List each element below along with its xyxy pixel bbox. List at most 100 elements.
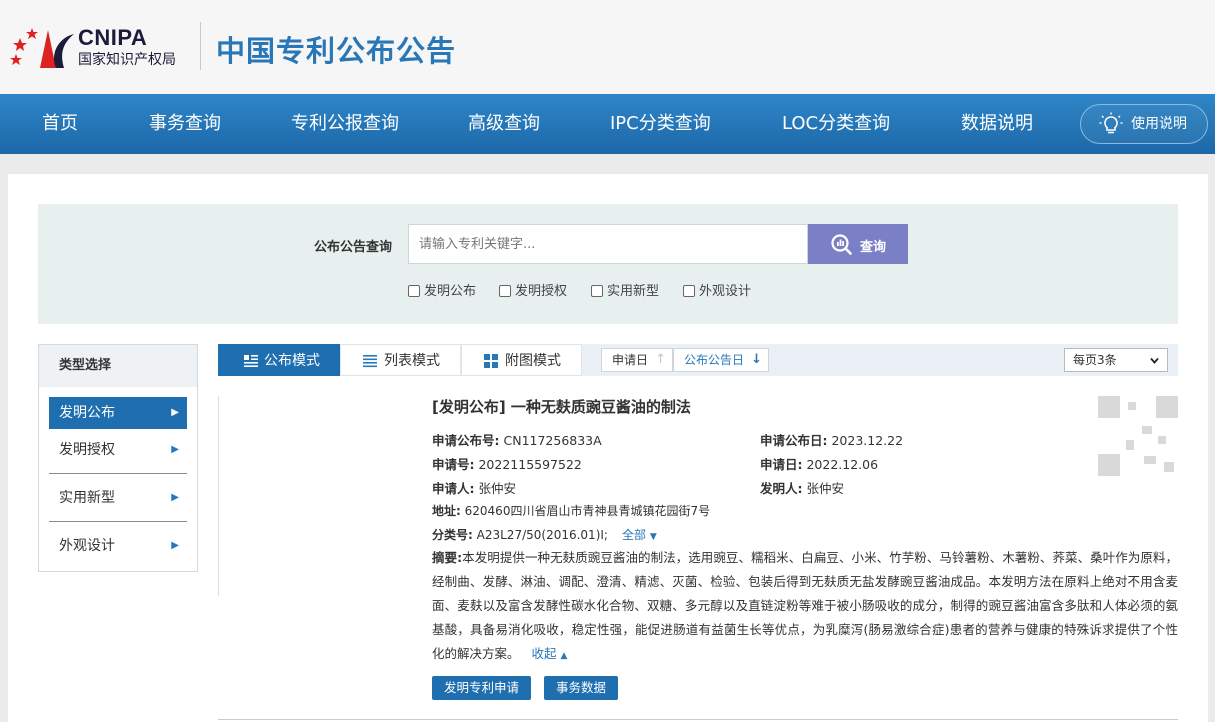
- checkbox-utility-model[interactable]: 实用新型: [591, 280, 659, 299]
- search-area: 公布公告查询 查询 发明公布 发明授权 实用新型 外观设计: [38, 204, 1178, 324]
- caret-down-icon: ▼: [649, 532, 657, 542]
- app-date-label: 申请日:: [760, 457, 803, 472]
- checkbox-label: 实用新型: [607, 284, 660, 299]
- sort-application-date[interactable]: 申请日 ↑: [601, 348, 673, 372]
- sidebar-divider: [49, 521, 187, 522]
- app-number-label: 申请号:: [432, 457, 475, 472]
- tab-label: 公布模式: [264, 353, 320, 369]
- applicant: 申请人: 张仲安: [432, 478, 516, 497]
- show-all-label: 全部: [621, 528, 646, 542]
- checkbox-invention-grant[interactable]: 发明授权: [499, 280, 567, 299]
- affairs-data-button[interactable]: 事务数据: [544, 676, 619, 700]
- chevron-right-icon: ▶: [171, 492, 179, 503]
- result-bottom-divider: [218, 719, 1178, 720]
- grid-icon: [484, 354, 498, 368]
- abstract-text: 本发明提供一种无麸质豌豆酱油的制法，选用豌豆、糯稻米、白扁豆、小米、竹芋粉、马铃…: [432, 550, 1178, 661]
- site-header: CNIPA 国家知识产权局 中国专利公布公告: [0, 0, 1215, 94]
- pub-date-label: 申请公布日:: [760, 433, 828, 448]
- checkbox-label: 外观设计: [699, 284, 752, 299]
- help-label: 使用说明: [1131, 116, 1187, 132]
- inventor-value: 张仲安: [806, 481, 844, 496]
- classification-value: A23L27/50(2016.01)I;: [476, 528, 608, 542]
- per-page-select[interactable]: 每页3条: [1064, 348, 1168, 372]
- checkbox-invention-publication[interactable]: 发明公布: [408, 280, 476, 299]
- nav-affairs-query[interactable]: 事务查询: [149, 94, 221, 154]
- nav-gazette-query[interactable]: 专利公报查询: [291, 94, 399, 154]
- search-input[interactable]: [408, 224, 808, 264]
- list-detail-icon: [244, 355, 258, 367]
- sort-label: 申请日: [612, 353, 649, 367]
- sidebar-item-design[interactable]: 外观设计 ▶: [49, 530, 187, 562]
- classification-label: 分类号:: [432, 528, 473, 542]
- main-panel: 公布公告查询 查询 发明公布 发明授权 实用新型 外观设计 类型选择 发明公布 ▶…: [8, 174, 1208, 722]
- pub-number-label: 申请公布号:: [432, 433, 500, 448]
- applicant-value: 张仲安: [478, 481, 516, 496]
- collapse-link[interactable]: 收起 ▲: [532, 646, 568, 661]
- inventor: 发明人: 张仲安: [760, 478, 844, 497]
- tab-figure-mode[interactable]: 附图模式: [461, 344, 582, 376]
- result-title[interactable]: [发明公布] 一种无麸质豌豆酱油的制法: [432, 396, 691, 417]
- chevron-right-icon: ▶: [171, 407, 179, 418]
- search-label: 公布公告查询: [314, 240, 393, 255]
- checkbox-label: 发明公布: [424, 284, 477, 299]
- sidebar-item-label: 外观设计: [59, 538, 115, 554]
- tab-publication-mode[interactable]: 公布模式: [218, 344, 340, 376]
- address: 地址: 620460四川省眉山市青神县青城镇花园街7号: [432, 502, 710, 519]
- app-number-value: 2022115597522: [478, 457, 582, 472]
- sort-publication-date[interactable]: 公布公告日 ↓: [673, 348, 769, 372]
- checkbox-icon: [683, 285, 695, 297]
- sort-label: 公布公告日: [684, 353, 745, 367]
- invention-application-button[interactable]: 发明专利申请: [432, 676, 532, 700]
- tab-list-mode[interactable]: 列表模式: [340, 344, 461, 376]
- sidebar-item-utility-model[interactable]: 实用新型 ▶: [49, 482, 187, 514]
- checkbox-design[interactable]: 外观设计: [683, 280, 751, 299]
- pub-date: 申请公布日: 2023.12.22: [760, 430, 903, 449]
- nav-data-description[interactable]: 数据说明: [961, 94, 1033, 154]
- pub-date-value: 2023.12.22: [831, 433, 904, 448]
- logo-cn: 国家知识产权局: [78, 52, 176, 68]
- logo-text: CNIPA 国家知识产权局: [78, 25, 176, 69]
- checkbox-label: 发明授权: [515, 284, 568, 299]
- app-date: 申请日: 2022.12.06: [760, 454, 878, 473]
- sidebar-item-invention-grant[interactable]: 发明授权 ▶: [49, 434, 187, 466]
- chevron-right-icon: ▶: [171, 540, 179, 551]
- sidebar-divider: [49, 473, 187, 474]
- arrow-down-icon: ↓: [751, 352, 762, 367]
- sidebar-item-invention-publication[interactable]: 发明公布 ▶: [49, 397, 187, 429]
- checkbox-icon: [499, 285, 511, 297]
- pub-number-value: CN117256833A: [503, 433, 602, 448]
- search-icon: [831, 234, 852, 255]
- per-page-label: 每页3条: [1073, 353, 1117, 367]
- sidebar-title: 类型选择: [39, 345, 197, 387]
- nav-loc-query[interactable]: LOC分类查询: [782, 94, 890, 154]
- collapse-label: 收起: [531, 646, 557, 661]
- nav-ipc-query[interactable]: IPC分类查询: [610, 94, 711, 154]
- tab-label: 列表模式: [384, 353, 440, 369]
- lightbulb-icon: [1099, 112, 1123, 134]
- sidebar-item-label: 实用新型: [59, 490, 115, 506]
- nav-advanced-query[interactable]: 高级查询: [468, 94, 540, 154]
- main-nav: 首页 事务查询 专利公报查询 高级查询 IPC分类查询 LOC分类查询 数据说明…: [0, 94, 1215, 154]
- chevron-down-icon: [1150, 357, 1159, 364]
- app-date-value: 2022.12.06: [806, 457, 879, 472]
- tab-label: 附图模式: [505, 353, 561, 369]
- logo-en: CNIPA: [78, 25, 148, 50]
- abstract: 摘要:本发明提供一种无麸质豌豆酱油的制法，选用豌豆、糯稻米、白扁豆、小米、竹芋粉…: [432, 546, 1178, 668]
- sidebar-item-label: 发明公布: [59, 405, 115, 421]
- search-button-label: 查询: [860, 239, 887, 254]
- cnipa-emblem-icon: [10, 28, 74, 68]
- pub-number: 申请公布号: CN117256833A: [432, 430, 602, 449]
- list-icon: [363, 355, 377, 368]
- result-divider: [218, 396, 219, 596]
- caret-up-icon: ▲: [560, 651, 568, 661]
- show-all-classes-link[interactable]: 全部 ▼: [622, 528, 657, 542]
- app-number: 申请号: 2022115597522: [432, 454, 582, 473]
- nav-home[interactable]: 首页: [42, 94, 78, 154]
- address-value: 620460四川省眉山市青神县青城镇花园街7号: [464, 504, 711, 518]
- abstract-label: 摘要:: [432, 550, 463, 565]
- help-button[interactable]: 使用说明: [1080, 104, 1208, 144]
- sidebar-item-label: 发明授权: [59, 442, 115, 458]
- applicant-label: 申请人:: [432, 481, 475, 496]
- address-label: 地址:: [432, 504, 461, 518]
- search-button[interactable]: 查询: [808, 224, 908, 264]
